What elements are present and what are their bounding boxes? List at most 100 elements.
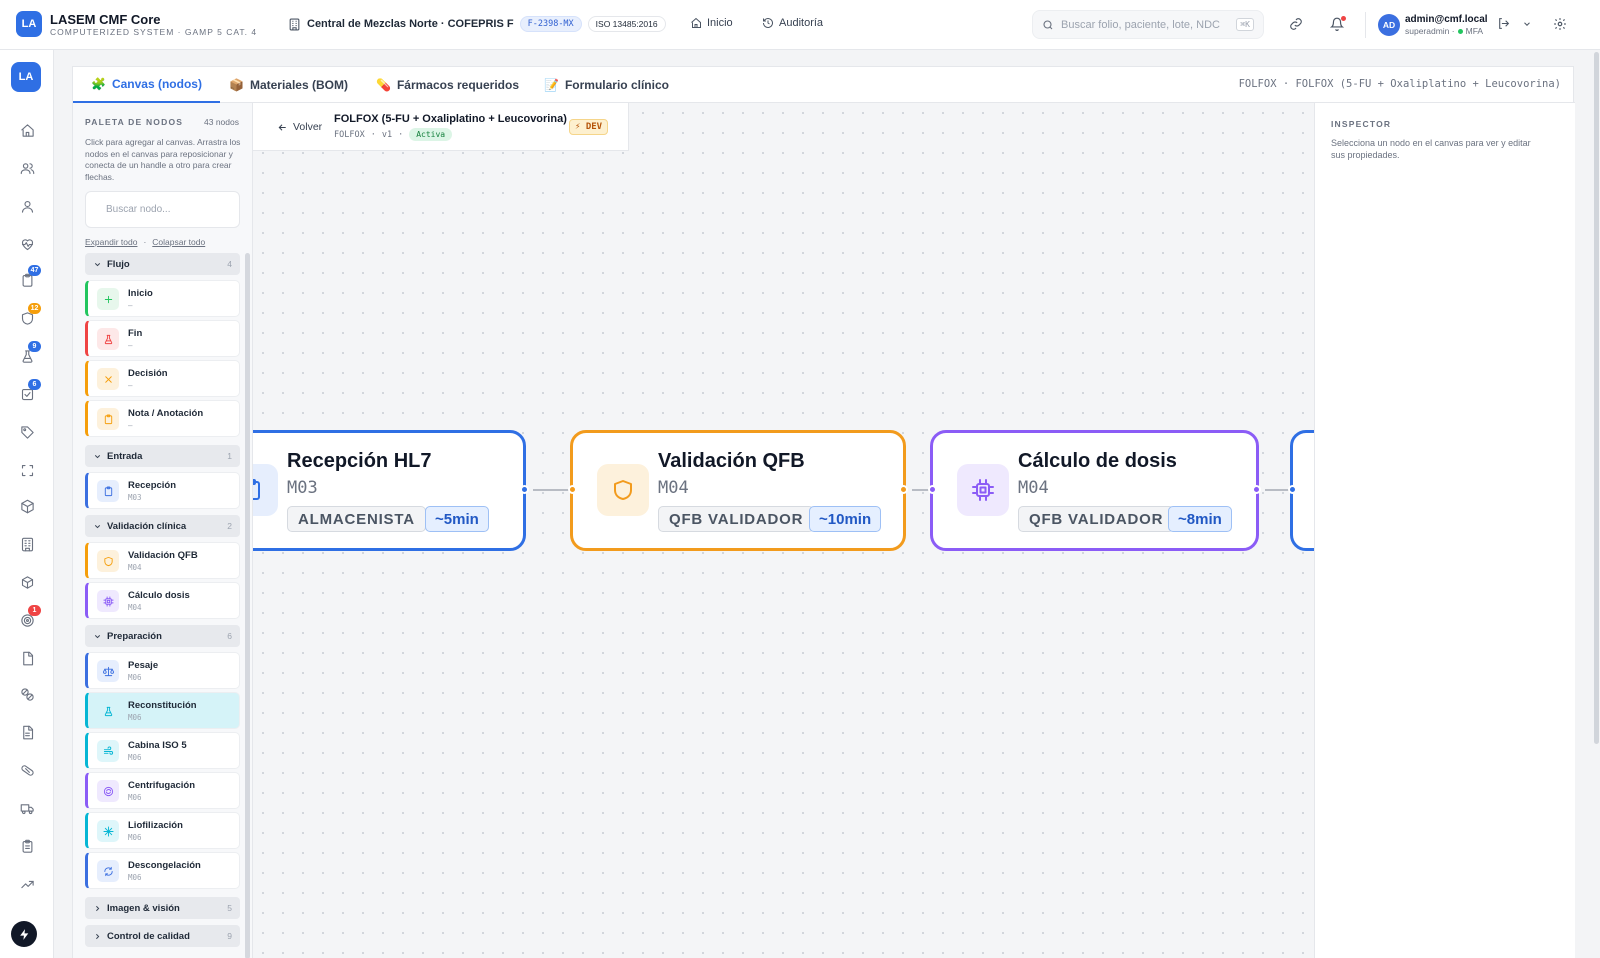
tab-canvas[interactable]: 🧩 Canvas (nodos) (73, 67, 220, 103)
rail-item-flask[interactable]: 9 (17, 341, 41, 366)
rail-item-file[interactable] (17, 722, 37, 742)
rail-item-truck[interactable] (17, 798, 37, 818)
rail-item-clipboard[interactable]: 47 (17, 265, 41, 290)
back-button[interactable]: Volver (277, 121, 322, 133)
palette-node-code: M04 (128, 603, 142, 612)
palette-node-name: Validación QFB (128, 550, 198, 561)
rail-item-home[interactable] (17, 120, 37, 140)
bolt-icon[interactable] (11, 921, 37, 947)
palette-node-code: M06 (128, 673, 142, 682)
connection-handle[interactable] (520, 485, 529, 494)
palette-scrollbar[interactable] (245, 253, 250, 958)
flow-node[interactable]: Validación QFB M04 QFB VALIDADOR ~10min (570, 430, 906, 551)
nav-home-link[interactable]: Inicio (690, 17, 733, 29)
connection-handle[interactable] (568, 485, 577, 494)
rail-item-shield[interactable]: 12 (17, 303, 41, 328)
rail-item-clipboard-list[interactable] (17, 836, 37, 856)
palette-node[interactable]: Pesaje M06 (85, 652, 240, 689)
palette-node[interactable]: Decisión — (85, 360, 240, 397)
expand-all-link[interactable]: Expandir todo (85, 237, 137, 247)
flow-node[interactable]: Recepción HL7 M03 ALMACENISTA ~5min (253, 430, 526, 551)
flask-icon (97, 700, 119, 722)
nav-audit-link[interactable]: Auditoría (762, 17, 823, 29)
rail-item-trend[interactable] (17, 874, 37, 894)
rail-item-pills[interactable] (17, 684, 37, 704)
link-icon[interactable] (1289, 17, 1303, 31)
rail-item-document[interactable] (17, 648, 37, 668)
palette-search-input[interactable]: Buscar nodo... (85, 191, 240, 228)
rail-item-heart-pulse[interactable] (17, 234, 37, 254)
rail-item-user[interactable] (17, 196, 37, 216)
avatar[interactable]: AD (1378, 14, 1400, 36)
palette-help: Click para agregar al canvas. Arrastra l… (85, 137, 241, 182)
palette-node[interactable]: Inicio — (85, 280, 240, 317)
rail-item-box[interactable] (17, 572, 37, 592)
palette-node[interactable]: Cabina ISO 5 M06 (85, 732, 240, 769)
logout-icon[interactable] (1497, 17, 1510, 30)
app-logo[interactable]: LA (16, 11, 42, 37)
flow-version: v1 (381, 129, 393, 140)
site-selector[interactable]: Central de Mezclas Norte · COFEPRIS F F-… (288, 16, 666, 32)
flow-edge[interactable] (533, 489, 572, 491)
palette-node-code: — (128, 381, 133, 390)
package-icon (20, 499, 35, 514)
palette-node[interactable]: Nota / Anotación — (85, 400, 240, 437)
search-shortcut: ⌘K (1236, 18, 1254, 31)
palette-node[interactable]: Fin — (85, 320, 240, 357)
note-icon (97, 408, 119, 430)
palette-node[interactable]: Liofilización M06 (85, 812, 240, 849)
tab-canvas-label: Canvas (nodos) (111, 77, 202, 91)
rail-badge: 47 (28, 265, 41, 276)
palette-group-count: 4 (227, 259, 232, 269)
palette-group-count: 1 (227, 451, 232, 461)
rail-item-target[interactable]: 1 (17, 605, 41, 630)
rail-item-users[interactable] (17, 158, 37, 178)
rail-logo[interactable]: LA (11, 62, 41, 92)
tab-materials-icon: 📦 (229, 78, 244, 92)
page-scrollbar[interactable] (1594, 52, 1599, 744)
collapse-all-link[interactable]: Colapsar todo (152, 237, 205, 247)
chevron-down-icon[interactable] (1522, 19, 1532, 29)
flow-canvas[interactable]: Volver FOLFOX (5-FU + Oxaliplatino + Leu… (253, 103, 1314, 958)
tab-clinical-form[interactable]: 📝 Formulario clínico (544, 67, 669, 103)
flow-node[interactable]: Cálculo de dosis M04 QFB VALIDADOR ~8min (930, 430, 1259, 551)
palette-node[interactable]: Centrifugación M06 (85, 772, 240, 809)
tab-drugs[interactable]: 💊 Fármacos requeridos (376, 67, 519, 103)
palette-group-1[interactable]: Entrada 1 (85, 445, 240, 467)
rail-item-capsule[interactable] (17, 760, 37, 780)
palette-node[interactable]: Validación QFB M04 (85, 542, 240, 579)
tab-materials[interactable]: 📦 Materiales (BOM) (229, 67, 348, 103)
palette-node[interactable]: Descongelación M06 (85, 852, 240, 889)
palette-group-4[interactable]: Imagen & visión 5 (85, 897, 240, 919)
palette-group-count: 2 (227, 521, 232, 531)
palette-group-0[interactable]: Flujo 4 (85, 253, 240, 275)
palette-group-5[interactable]: Control de calidad 9 (85, 925, 240, 947)
cpu-icon (957, 464, 1009, 516)
connection-handle[interactable] (899, 485, 908, 494)
flow-editor: 🧩 Canvas (nodos) 📦 Materiales (BOM) 💊 Fá… (72, 66, 1575, 958)
rail-item-scan[interactable] (17, 460, 37, 480)
rail-item-building[interactable] (17, 534, 37, 554)
palette-node[interactable]: Reconstitución M06 (85, 692, 240, 729)
global-search[interactable]: Buscar folio, paciente, lote, NDC ⌘K (1032, 10, 1264, 39)
rail-badge: 1 (28, 605, 41, 616)
rail-item-tag[interactable] (17, 422, 37, 442)
users-icon (20, 161, 35, 176)
connection-handle[interactable] (1288, 485, 1297, 494)
palette-group-label: Validación clínica (107, 520, 187, 532)
palette-group-2[interactable]: Validación clínica 2 (85, 515, 240, 537)
palette-node[interactable]: Cálculo dosis M04 (85, 582, 240, 619)
connection-handle[interactable] (1252, 485, 1261, 494)
gear-icon[interactable] (1553, 17, 1567, 31)
scale-icon (97, 660, 119, 682)
palette-node-name: Reconstitución (128, 700, 197, 711)
rail-item-checklist[interactable]: 6 (17, 379, 41, 404)
tag-icon (20, 425, 35, 440)
mfa-label: MFA (1465, 26, 1484, 36)
palette-node[interactable]: Recepción M03 (85, 472, 240, 509)
palette-node-name: Descongelación (128, 860, 201, 871)
palette-group-3[interactable]: Preparación 6 (85, 625, 240, 647)
palette-node-code: — (128, 301, 133, 310)
rail-item-package[interactable] (17, 496, 37, 516)
connection-handle[interactable] (928, 485, 937, 494)
